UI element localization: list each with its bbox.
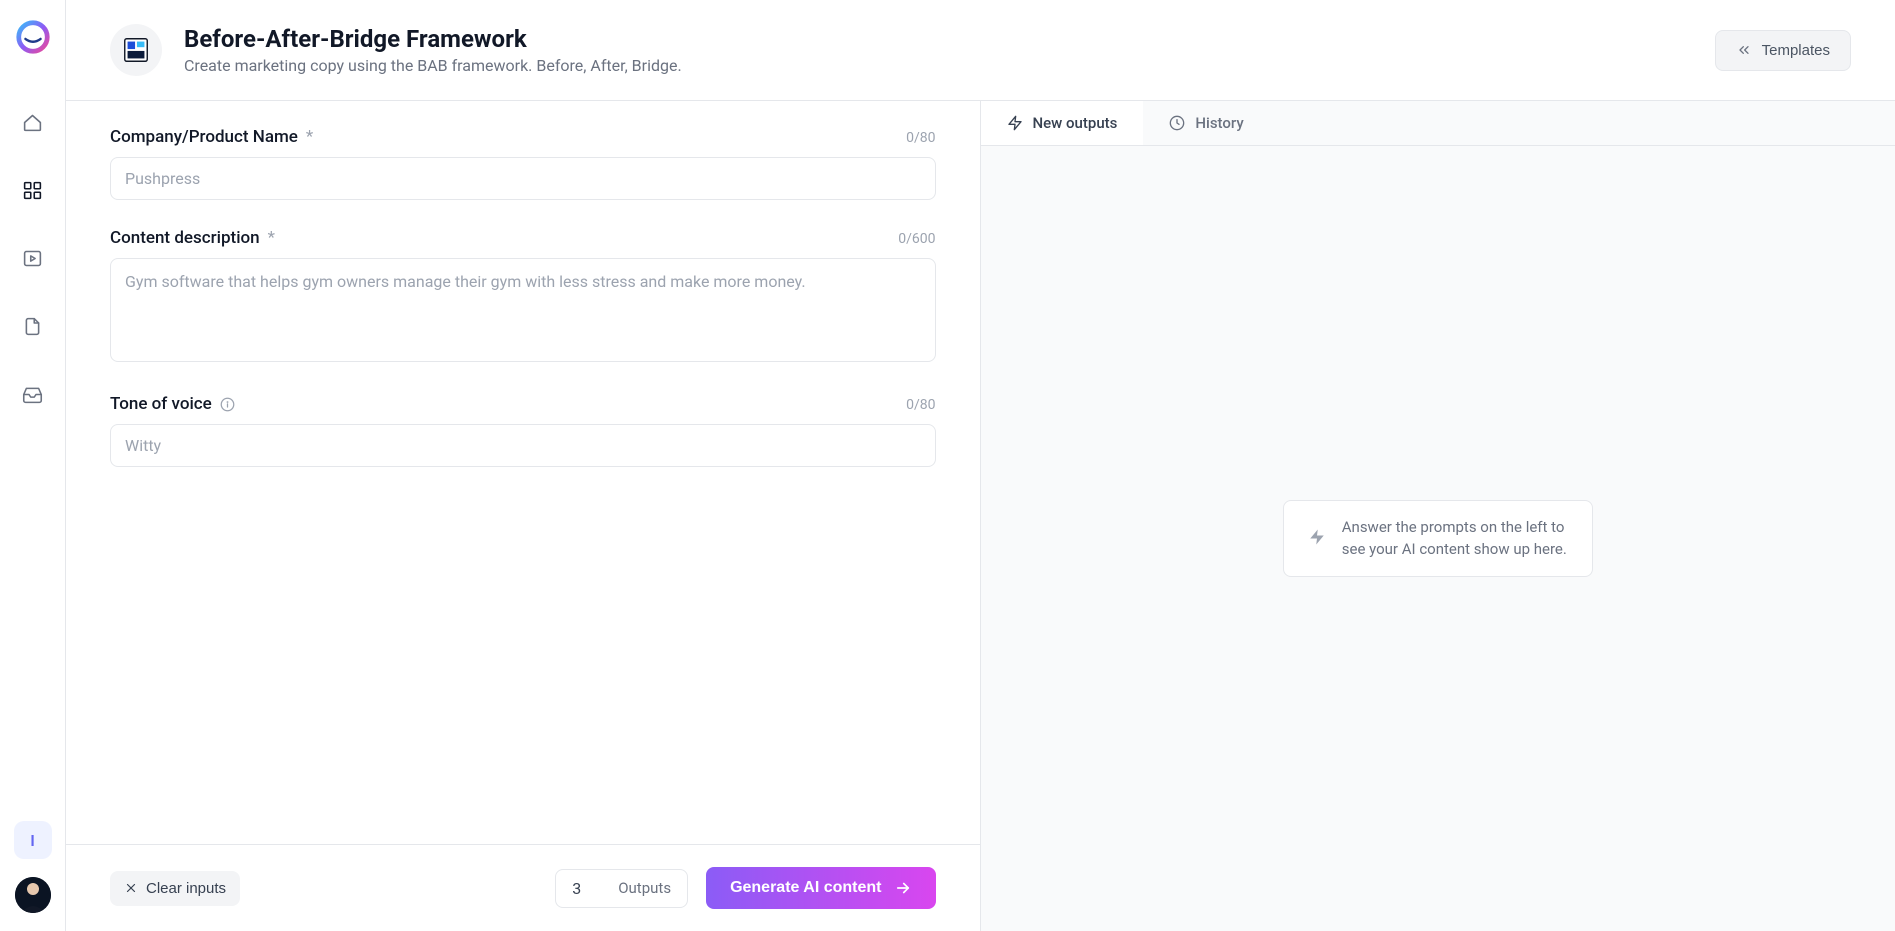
outputs-count-label: Outputs bbox=[618, 879, 671, 897]
company-name-input[interactable] bbox=[110, 157, 936, 200]
nav-inbox[interactable] bbox=[15, 376, 51, 412]
generate-button[interactable]: Generate AI content bbox=[706, 867, 935, 909]
output-tabs: New outputs History bbox=[981, 101, 1895, 146]
empty-state-card: Answer the prompts on the left to see yo… bbox=[1283, 500, 1593, 578]
page-subtitle: Create marketing copy using the BAB fram… bbox=[184, 56, 682, 75]
workspace-badge[interactable]: I bbox=[14, 821, 52, 859]
tab-history-label: History bbox=[1195, 114, 1243, 132]
templates-button-label: Templates bbox=[1762, 42, 1830, 59]
nav-home[interactable] bbox=[15, 104, 51, 140]
zap-icon bbox=[1007, 115, 1023, 131]
field-label-description: Content description * bbox=[110, 228, 275, 248]
input-panel: Company/Product Name * 0/80 Content desc… bbox=[66, 101, 981, 931]
field-counter-company: 0/80 bbox=[906, 130, 935, 146]
page-header: Before-After-Bridge Framework Create mar… bbox=[66, 0, 1895, 101]
tab-new-outputs-label: New outputs bbox=[1033, 114, 1118, 132]
empty-state-text: Answer the prompts on the left to see yo… bbox=[1342, 517, 1568, 561]
template-type-icon bbox=[110, 24, 162, 76]
generate-button-label: Generate AI content bbox=[730, 879, 881, 897]
tab-history[interactable]: History bbox=[1143, 101, 1269, 145]
tab-new-outputs[interactable]: New outputs bbox=[981, 101, 1144, 145]
clock-icon bbox=[1169, 115, 1185, 131]
nav-play[interactable] bbox=[15, 240, 51, 276]
x-icon bbox=[124, 881, 138, 895]
content-description-input[interactable] bbox=[110, 258, 936, 362]
nav-document[interactable] bbox=[15, 308, 51, 344]
brand-logo[interactable] bbox=[14, 18, 52, 56]
zap-icon bbox=[1308, 528, 1326, 550]
info-icon[interactable] bbox=[220, 397, 235, 412]
sidebar: I bbox=[0, 0, 66, 931]
clear-inputs-label: Clear inputs bbox=[146, 880, 226, 897]
page-title: Before-After-Bridge Framework bbox=[184, 25, 682, 53]
clear-inputs-button[interactable]: Clear inputs bbox=[110, 871, 240, 906]
outputs-count-control[interactable]: Outputs bbox=[555, 869, 688, 908]
tone-of-voice-input[interactable] bbox=[110, 424, 936, 467]
nav-templates[interactable] bbox=[15, 172, 51, 208]
field-label-tone: Tone of voice bbox=[110, 394, 235, 414]
field-label-company: Company/Product Name * bbox=[110, 127, 313, 147]
field-counter-description: 0/600 bbox=[898, 231, 935, 247]
chevrons-left-icon bbox=[1736, 42, 1752, 58]
outputs-count-input[interactable] bbox=[572, 879, 600, 898]
user-avatar[interactable] bbox=[15, 877, 51, 913]
templates-button[interactable]: Templates bbox=[1715, 30, 1851, 71]
arrow-right-icon bbox=[894, 879, 912, 897]
output-panel: New outputs History Answer the prompts o… bbox=[981, 101, 1895, 931]
field-counter-tone: 0/80 bbox=[906, 397, 935, 413]
